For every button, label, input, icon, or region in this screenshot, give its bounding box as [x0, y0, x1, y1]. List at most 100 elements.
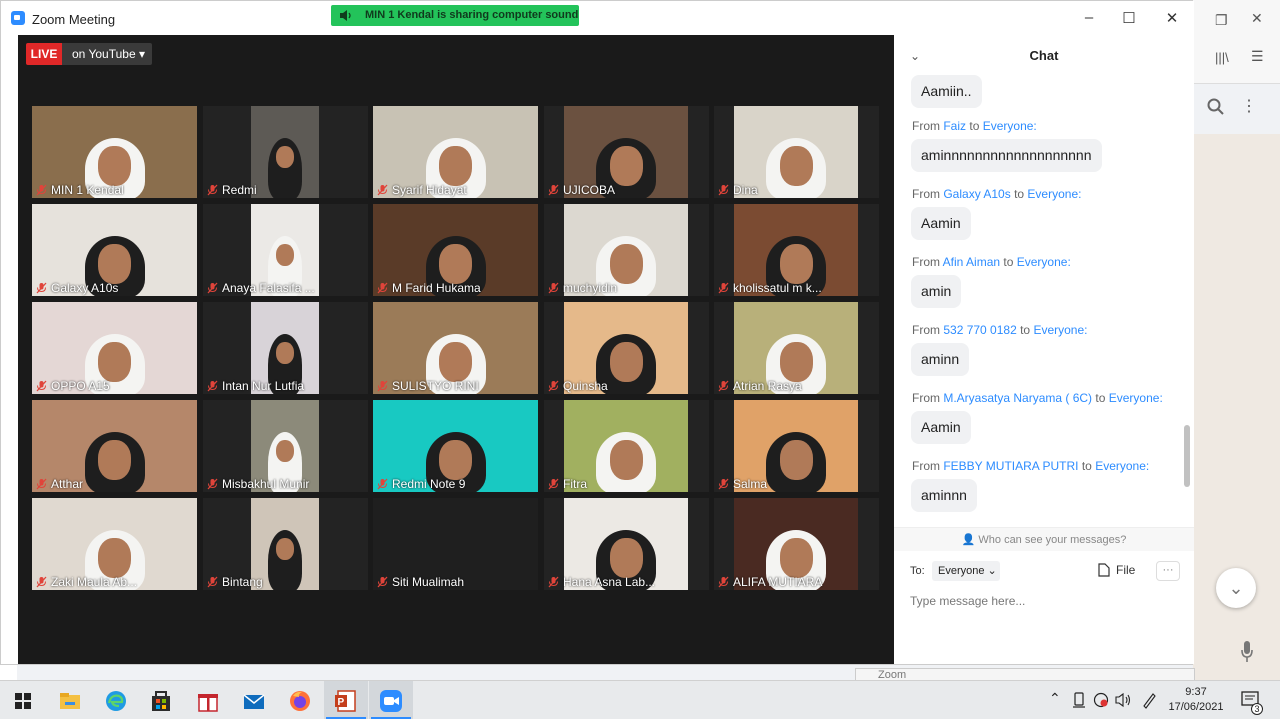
search-icon[interactable] [1207, 98, 1225, 116]
participant-tile[interactable]: ALIFA MUTIARA [714, 498, 879, 590]
tray-overflow-chevron[interactable]: ⌃ [1049, 690, 1061, 707]
chat-message-list[interactable]: Aamiin.. From Faiz to Everyone: aminnnnnn… [894, 75, 1184, 525]
restore-icon[interactable]: ❐ [1215, 12, 1228, 29]
participant-tile[interactable]: Misbakhul Munir [203, 400, 368, 492]
zoom-taskbar-icon[interactable] [378, 688, 404, 714]
chat-recipient[interactable]: Everyone: [1095, 459, 1149, 473]
chat-to-word: to [1014, 187, 1025, 201]
message-input[interactable] [910, 591, 1180, 611]
clock-time: 9:37 [1185, 686, 1207, 698]
chat-sender[interactable]: 532 770 0182 [943, 323, 1016, 337]
powerpoint-icon[interactable]: P [333, 688, 359, 714]
library-icon[interactable]: |||\ [1215, 50, 1229, 65]
clock[interactable]: 9:37 17/06/2021 [1164, 685, 1228, 715]
participant-tile[interactable]: Fitra [544, 400, 709, 492]
participant-name: Dina [733, 183, 758, 197]
scroll-down-button[interactable]: ⌄ [1216, 568, 1256, 608]
participant-face [779, 440, 813, 480]
more-options-button[interactable]: ··· [1156, 561, 1180, 581]
chat-recipient[interactable]: Everyone: [1033, 323, 1087, 337]
participant-tile[interactable]: Siti Mualimah [373, 498, 538, 590]
recipient-select[interactable]: Everyone ⌄ [932, 561, 1000, 581]
participant-tile[interactable]: Zaki Maula Ab... [32, 498, 197, 590]
volume-icon[interactable] [1115, 692, 1133, 708]
participant-name: Fitra [563, 477, 587, 491]
participant-name-label: Quinsha [548, 379, 608, 393]
who-can-see-link[interactable]: 👤 Who can see your messages? [894, 527, 1194, 551]
participant-name-label: Hana Asna Lab... [548, 575, 655, 589]
background-browser-toolbar: ❐ ✕ |||\ ☰ [1193, 0, 1280, 84]
participant-name: Misbakhul Munir [222, 477, 310, 491]
participant-tile[interactable]: SULISTYO RINI [373, 302, 538, 394]
participant-tile[interactable]: Anaya Falasifa ... [203, 204, 368, 296]
store-icon[interactable] [148, 688, 174, 714]
participant-name-label: Redmi [207, 183, 257, 197]
chat-recipient[interactable]: Everyone: [1017, 255, 1071, 269]
participant-tile[interactable]: kholissatul m k... [714, 204, 879, 296]
chat-message-bubble: Aamin [911, 411, 971, 444]
participant-name-label: M Farid Hukama [377, 281, 481, 295]
participant-tile[interactable]: MIN 1 Kendal [32, 106, 197, 198]
participant-tile[interactable]: Quinsha [544, 302, 709, 394]
device-icon[interactable] [1072, 692, 1086, 708]
chat-from-prefix: From [912, 255, 940, 269]
participant-tile[interactable]: M Farid Hukama [373, 204, 538, 296]
windows-start-icon[interactable] [10, 688, 36, 714]
maximize-button[interactable]: ☐ [1119, 9, 1139, 27]
edge-browser-icon[interactable] [103, 688, 129, 714]
chat-sender[interactable]: Afin Aiman [943, 255, 1000, 269]
taskbar: P ⌃ 9:37 17/06/2021 3 [0, 680, 1280, 719]
chat-recipient[interactable]: Everyone: [1109, 391, 1163, 405]
participant-name-label: Redmi Note 9 [377, 477, 465, 491]
chat-sender[interactable]: FEBBY MUTIARA PUTRI [943, 459, 1078, 473]
chat-sender[interactable]: M.Aryasatya Naryama ( 6C) [943, 391, 1092, 405]
participant-tile[interactable]: OPPO A15 [32, 302, 197, 394]
participant-tile[interactable]: Galaxy A10s [32, 204, 197, 296]
participant-tile[interactable]: Bintang [203, 498, 368, 590]
mail-icon[interactable] [241, 688, 267, 714]
chat-message-header: From Faiz to Everyone: [912, 119, 1037, 133]
network-icon[interactable] [1093, 692, 1109, 708]
participant-name: Salma [733, 477, 768, 491]
minimize-button[interactable]: – [1079, 9, 1099, 26]
participant-tile[interactable]: Salma [714, 400, 879, 492]
chat-sender[interactable]: Faiz [943, 119, 966, 133]
participant-tile[interactable]: Atrian Rasya [714, 302, 879, 394]
pen-icon[interactable] [1141, 691, 1157, 709]
participant-face [275, 146, 295, 169]
participant-name-label: UJICOBA [548, 183, 615, 197]
file-explorer-icon[interactable] [57, 688, 83, 714]
menu-icon[interactable]: ☰ [1251, 48, 1264, 65]
window-close-icon[interactable]: ✕ [1251, 10, 1263, 27]
participant-tile[interactable]: UJICOBA [544, 106, 709, 198]
participant-tile[interactable]: Intan Nur Lutfia [203, 302, 368, 394]
title-bar[interactable]: Zoom Meeting – ☐ ✕ [1, 1, 1194, 35]
participant-name: Syarif Hidayat [392, 183, 467, 197]
participant-tile[interactable]: Dina [714, 106, 879, 198]
close-button[interactable]: ✕ [1162, 9, 1182, 27]
muted-mic-icon [36, 380, 47, 392]
participant-tile[interactable]: Redmi Note 9 [373, 400, 538, 492]
chat-sender[interactable]: Galaxy A10s [943, 187, 1010, 201]
microphone-icon[interactable] [1240, 640, 1254, 664]
chat-recipient[interactable]: Everyone: [1027, 187, 1081, 201]
clock-date: 17/06/2021 [1168, 701, 1224, 713]
participant-face [98, 146, 131, 186]
muted-mic-icon [36, 282, 47, 294]
participant-tile[interactable]: Atthar [32, 400, 197, 492]
participant-tile[interactable]: Redmi [203, 106, 368, 198]
chat-header: ⌄ Chat [894, 35, 1194, 75]
chat-scrollbar[interactable] [1184, 425, 1190, 487]
participant-tile[interactable]: Hana Asna Lab... [544, 498, 709, 590]
participant-name-label: Atrian Rasya [718, 379, 802, 393]
chat-recipient[interactable]: Everyone: [983, 119, 1037, 133]
firefox-icon[interactable] [287, 688, 313, 714]
gift-app-icon[interactable] [195, 688, 221, 714]
participant-name: muchyidin [563, 281, 618, 295]
file-button[interactable]: File [1098, 563, 1135, 577]
kebab-menu-icon[interactable]: ⋮ [1241, 96, 1257, 116]
live-destination-dropdown[interactable]: on YouTube ▾ [62, 43, 152, 65]
participant-tile[interactable]: muchyidin [544, 204, 709, 296]
participant-tile[interactable]: Syarif Hidayat [373, 106, 538, 198]
chat-message-bubble: aminn [911, 343, 970, 376]
